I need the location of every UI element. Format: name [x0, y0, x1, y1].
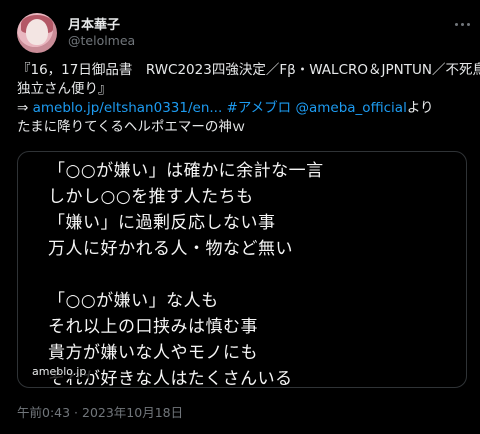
- avatar[interactable]: [17, 13, 57, 53]
- more-horizontal-icon-dot: [466, 22, 470, 26]
- tweet-line: たまに降りてくるヘルポエマーの神ｗ: [17, 119, 246, 135]
- tweet-link-line: ⇒ ameblo.jp/eltshan0331/en... #アメブロ @ame…: [17, 99, 467, 118]
- mention-link[interactable]: @ameba_official: [295, 100, 406, 116]
- hashtag-link[interactable]: #アメブロ: [227, 100, 292, 116]
- more-horizontal-icon-dot: [460, 22, 464, 26]
- more-horizontal-icon: [454, 22, 458, 26]
- tweet-text: 『16，17日御品書 RWC2023四強決定／Fβ・WALCRO＆JPNTUN／…: [17, 61, 480, 137]
- preview-image-text: 「○○が嫌い」は確かに余計な一言 しかし○○を推す人たちも 「嫌い」に過剰反応し…: [48, 158, 324, 387]
- link-suffix: より: [406, 100, 434, 116]
- preview-text-line: 「嫌い」に過剰反応しない事: [48, 213, 276, 233]
- more-options-button[interactable]: [452, 14, 472, 34]
- preview-text-line: それ以上の口挟みは慎む事: [48, 317, 258, 337]
- preview-text-line: 「○○が嫌い」な人も: [48, 291, 219, 311]
- tweet-line: 『16，17日御品書 RWC2023四強決定／Fβ・WALCRO＆JPNTUN／…: [17, 62, 480, 78]
- preview-domain-badge: ameblo.jp: [28, 364, 91, 379]
- author-handle[interactable]: @telolmea: [68, 33, 135, 48]
- preview-text-line: [48, 262, 324, 288]
- preview-text-line: 貴方が嫌いな人やモノにも: [48, 343, 258, 363]
- preview-text-line: 「○○が嫌い」は確かに余計な一言: [48, 161, 324, 181]
- preview-text-line: 万人に好かれる人・物など無い: [48, 239, 293, 259]
- link-preview-card[interactable]: 「○○が嫌い」は確かに余計な一言 しかし○○を推す人たちも 「嫌い」に過剰反応し…: [17, 151, 467, 388]
- tweet-card: 月本華子 @telolmea 『16，17日御品書 RWC2023四強決定／Fβ…: [0, 0, 480, 434]
- author-display-name[interactable]: 月本華子: [68, 14, 120, 33]
- avatar-face: [26, 19, 48, 45]
- tweet-line: 独立さん便り』: [17, 81, 112, 97]
- tweet-url-link[interactable]: ameblo.jp/eltshan0331/en...: [33, 100, 223, 116]
- arrow-prefix: ⇒: [17, 100, 33, 116]
- preview-text-line: しかし○○を推す人たちも: [48, 187, 254, 207]
- tweet-timestamp[interactable]: 午前0:43 · 2023年10月18日: [17, 402, 183, 421]
